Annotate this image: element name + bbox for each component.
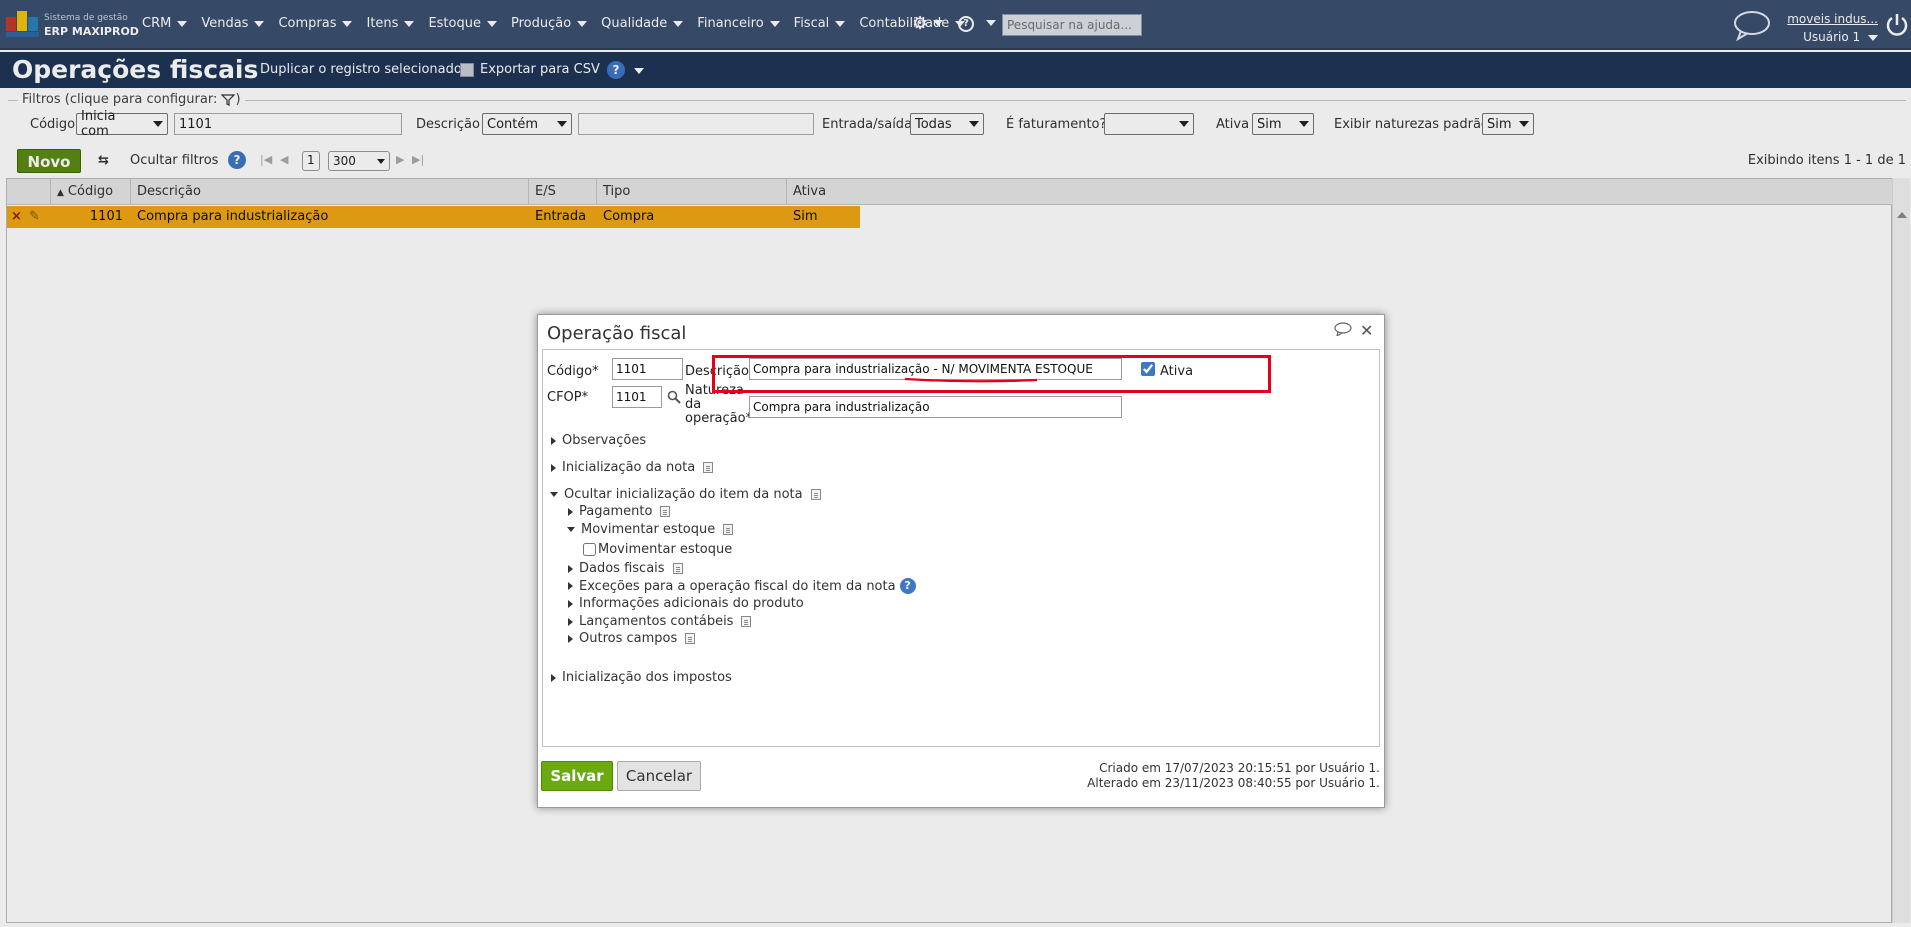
section-pagamento[interactable]: Pagamento	[568, 504, 671, 519]
movimentar-estoque-option[interactable]: Movimentar estoque	[583, 542, 732, 557]
natureza-input[interactable]	[749, 396, 1122, 418]
cfop-input[interactable]	[612, 386, 662, 408]
codigo-input[interactable]	[612, 358, 683, 380]
document-icon	[741, 616, 752, 627]
dialog-body: Código* CFOP* Descrição* Ativa Natureza …	[542, 349, 1380, 747]
search-icon[interactable]	[667, 390, 681, 404]
section-info-adicionais[interactable]: Informações adicionais do produto	[568, 596, 804, 611]
expand-icon	[551, 436, 556, 445]
created-info: Criado em 17/07/2023 20:15:51 por Usuári…	[1099, 761, 1380, 775]
document-icon	[672, 563, 683, 574]
section-impostos[interactable]: Inicialização dos impostos	[551, 670, 732, 685]
expand-icon	[551, 673, 556, 682]
expand-icon	[568, 564, 573, 573]
section-inicializacao-nota[interactable]: Inicialização da nota	[551, 460, 714, 475]
document-icon	[723, 524, 734, 535]
document-icon	[703, 462, 714, 473]
expand-icon	[568, 582, 573, 590]
cfop-label: CFOP*	[547, 390, 589, 405]
section-lancamentos[interactable]: Lançamentos contábeis	[568, 614, 752, 629]
operation-dialog: Operação fiscal ✕ Código* CFOP* Descriçã…	[537, 314, 1385, 808]
section-ocultar-item[interactable]: Ocultar inicialização do item da nota	[550, 487, 821, 502]
section-dados-fiscais[interactable]: Dados fiscais	[568, 561, 683, 576]
section-excecoes[interactable]: Exceções para a operação fiscal do item …	[568, 578, 916, 594]
expand-icon	[568, 599, 573, 608]
movimentar-estoque-label: Movimentar estoque	[598, 542, 733, 557]
expand-icon	[568, 634, 573, 643]
modified-info: Alterado em 23/11/2023 08:40:55 por Usuá…	[1087, 776, 1380, 790]
comment-icon[interactable]	[1334, 322, 1352, 336]
save-button[interactable]: Salvar	[541, 761, 613, 791]
expand-icon	[568, 617, 573, 626]
collapse-icon	[567, 527, 575, 532]
collapse-icon	[550, 492, 558, 497]
highlight-annotation-box	[712, 355, 1271, 393]
dialog-title: Operação fiscal	[547, 323, 687, 344]
section-outros[interactable]: Outros campos	[568, 631, 696, 646]
document-icon	[810, 489, 821, 500]
codigo-label: Código*	[547, 364, 599, 379]
document-icon	[660, 506, 671, 517]
expand-icon	[568, 507, 573, 516]
section-observacoes[interactable]: Observações	[551, 433, 646, 448]
expand-icon	[551, 463, 556, 472]
help-icon[interactable]: ?	[899, 578, 916, 594]
cancel-button[interactable]: Cancelar	[617, 761, 701, 791]
close-icon[interactable]: ✕	[1360, 321, 1373, 340]
section-movimentar[interactable]: Movimentar estoque	[567, 522, 734, 537]
document-icon	[685, 633, 696, 644]
movimentar-estoque-checkbox[interactable]	[583, 543, 596, 556]
